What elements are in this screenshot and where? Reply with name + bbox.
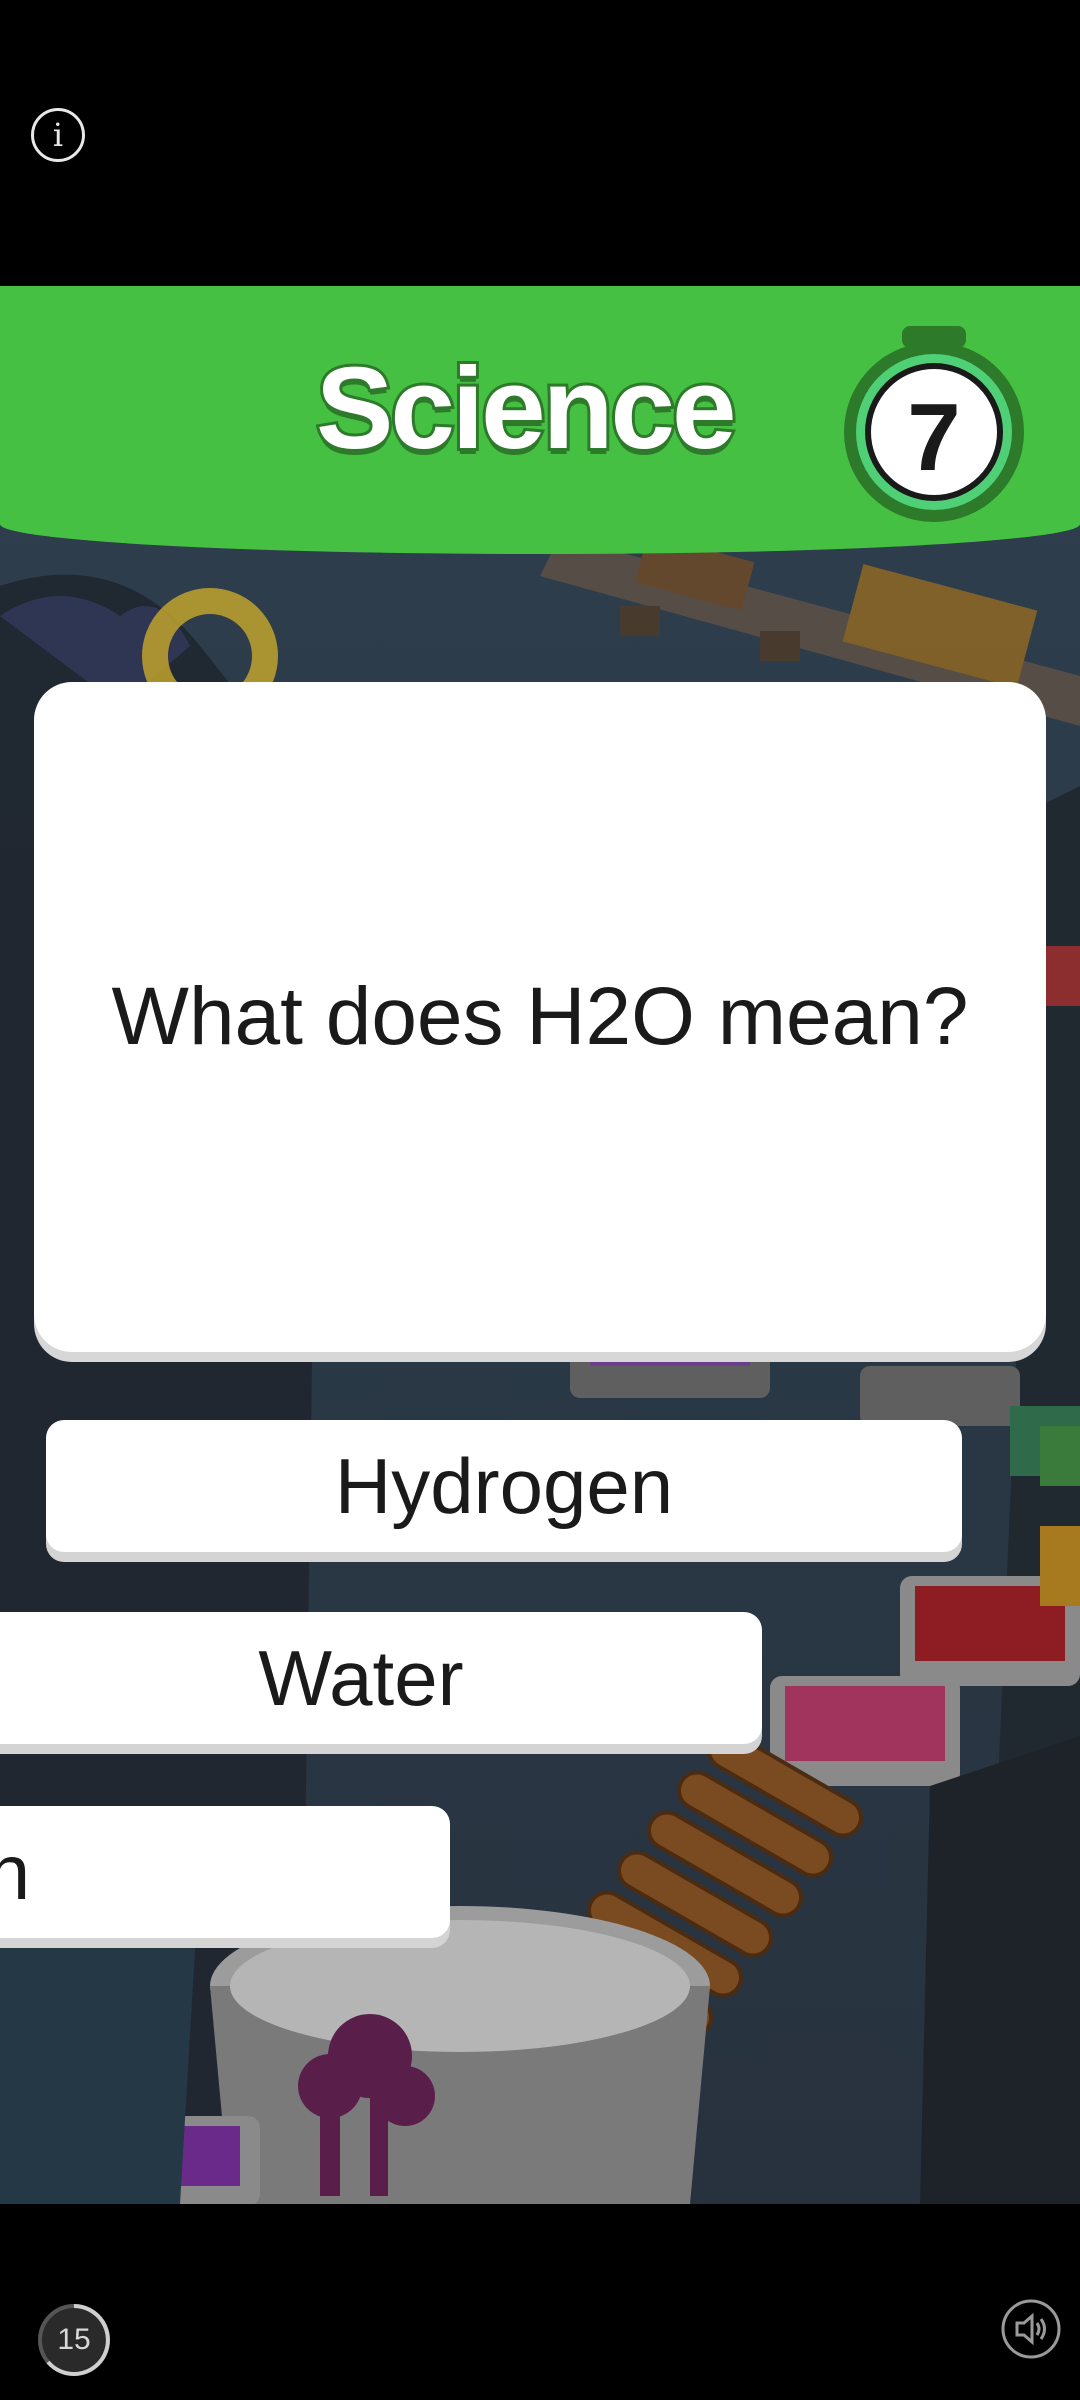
countdown-value: 15 [57,2323,91,2356]
answer-label: gen [0,1827,31,1916]
question-card: What does H2O mean? [34,682,1046,1352]
subject-title: Science [313,343,740,473]
answer-option-2[interactable]: Water [0,1612,762,1744]
answer-label: Water [258,1633,464,1722]
game-area: Science 7 What does H2O mean? Hydrogen W… [0,286,1080,2204]
answer-label: Hydrogen [334,1441,674,1530]
subject-header: Science 7 [0,286,1080,554]
info-icon[interactable]: i [31,108,85,162]
bottom-bar [0,2204,1080,2400]
timer-value: 7 [907,384,961,491]
speaker-icon[interactable] [1000,2298,1062,2360]
answer-option-1[interactable]: Hydrogen [46,1420,962,1552]
top-bar: i [0,0,1080,286]
answer-option-3[interactable]: gen [0,1806,450,1938]
question-text: What does H2O mean? [111,971,969,1062]
